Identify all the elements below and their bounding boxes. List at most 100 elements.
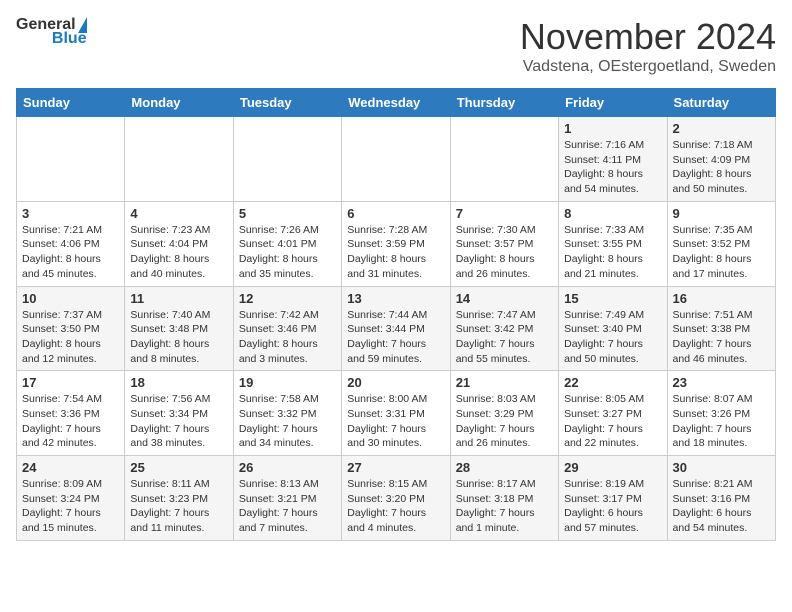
calendar-cell: 12 Sunrise: 7:42 AM Sunset: 3:46 PM Dayli… [233, 286, 341, 371]
day-info: Sunrise: 8:03 AM Sunset: 3:29 PM Dayligh… [456, 392, 553, 451]
calendar-cell: 23 Sunrise: 8:07 AM Sunset: 3:26 PM Dayli… [667, 371, 775, 456]
calendar-location: Vadstena, OEstergoetland, Sweden [520, 58, 776, 76]
day-number: 21 [456, 375, 553, 390]
day-info: Sunrise: 7:47 AM Sunset: 3:42 PM Dayligh… [456, 308, 553, 367]
day-number: 12 [239, 291, 336, 306]
calendar-cell: 17 Sunrise: 7:54 AM Sunset: 3:36 PM Dayli… [17, 371, 125, 456]
day-number: 16 [673, 291, 770, 306]
day-info: Sunrise: 7:49 AM Sunset: 3:40 PM Dayligh… [564, 308, 661, 367]
day-number: 10 [22, 291, 119, 306]
calendar-cell [17, 117, 125, 202]
logo: General Blue [16, 16, 87, 48]
calendar-cell: 6Sunrise: 7:28 AM Sunset: 3:59 PM Daylig… [342, 201, 450, 286]
calendar-cell [233, 117, 341, 202]
weekday-header: Friday [559, 89, 667, 117]
day-number: 22 [564, 375, 661, 390]
weekday-header: Tuesday [233, 89, 341, 117]
day-number: 30 [673, 460, 770, 475]
day-number: 4 [130, 206, 227, 221]
day-number: 20 [347, 375, 444, 390]
day-info: Sunrise: 7:54 AM Sunset: 3:36 PM Dayligh… [22, 392, 119, 451]
logo-blue: Blue [52, 30, 87, 48]
day-number: 13 [347, 291, 444, 306]
day-number: 14 [456, 291, 553, 306]
day-info: Sunrise: 8:13 AM Sunset: 3:21 PM Dayligh… [239, 477, 336, 536]
day-info: Sunrise: 8:21 AM Sunset: 3:16 PM Dayligh… [673, 477, 770, 536]
day-info: Sunrise: 7:30 AM Sunset: 3:57 PM Dayligh… [456, 223, 553, 282]
calendar-cell: 16 Sunrise: 7:51 AM Sunset: 3:38 PM Dayli… [667, 286, 775, 371]
day-info: Sunrise: 7:21 AM Sunset: 4:06 PM Dayligh… [22, 223, 119, 282]
day-info: Sunrise: 7:37 AM Sunset: 3:50 PM Dayligh… [22, 308, 119, 367]
day-info: Sunrise: 7:33 AM Sunset: 3:55 PM Dayligh… [564, 223, 661, 282]
calendar-cell: 13Sunrise: 7:44 AM Sunset: 3:44 PM Dayli… [342, 286, 450, 371]
calendar-cell [450, 117, 558, 202]
calendar-cell: 27Sunrise: 8:15 AM Sunset: 3:20 PM Dayli… [342, 456, 450, 541]
day-info: Sunrise: 8:00 AM Sunset: 3:31 PM Dayligh… [347, 392, 444, 451]
day-number: 17 [22, 375, 119, 390]
day-info: Sunrise: 8:17 AM Sunset: 3:18 PM Dayligh… [456, 477, 553, 536]
calendar-cell [125, 117, 233, 202]
calendar-cell: 9 Sunrise: 7:35 AM Sunset: 3:52 PM Daylig… [667, 201, 775, 286]
day-info: Sunrise: 7:18 AM Sunset: 4:09 PM Dayligh… [673, 138, 770, 197]
calendar-cell: 26 Sunrise: 8:13 AM Sunset: 3:21 PM Dayli… [233, 456, 341, 541]
day-info: Sunrise: 7:16 AM Sunset: 4:11 PM Dayligh… [564, 138, 661, 197]
day-info: Sunrise: 7:51 AM Sunset: 3:38 PM Dayligh… [673, 308, 770, 367]
calendar-cell: 3 Sunrise: 7:21 AM Sunset: 4:06 PM Daylig… [17, 201, 125, 286]
calendar-week-row: 1 Sunrise: 7:16 AM Sunset: 4:11 PM Daylig… [17, 117, 776, 202]
calendar-cell [342, 117, 450, 202]
calendar-cell: 19 Sunrise: 7:58 AM Sunset: 3:32 PM Dayli… [233, 371, 341, 456]
weekday-header: Sunday [17, 89, 125, 117]
day-info: Sunrise: 7:42 AM Sunset: 3:46 PM Dayligh… [239, 308, 336, 367]
day-info: Sunrise: 7:58 AM Sunset: 3:32 PM Dayligh… [239, 392, 336, 451]
calendar-cell: 28 Sunrise: 8:17 AM Sunset: 3:18 PM Dayli… [450, 456, 558, 541]
day-number: 19 [239, 375, 336, 390]
weekday-header: Saturday [667, 89, 775, 117]
calendar-cell: 29 Sunrise: 8:19 AM Sunset: 3:17 PM Dayli… [559, 456, 667, 541]
day-info: Sunrise: 7:28 AM Sunset: 3:59 PM Dayligh… [347, 223, 444, 282]
day-info: Sunrise: 7:56 AM Sunset: 3:34 PM Dayligh… [130, 392, 227, 451]
day-info: Sunrise: 8:19 AM Sunset: 3:17 PM Dayligh… [564, 477, 661, 536]
day-number: 24 [22, 460, 119, 475]
calendar-cell: 5 Sunrise: 7:26 AM Sunset: 4:01 PM Daylig… [233, 201, 341, 286]
weekday-header: Monday [125, 89, 233, 117]
calendar-week-row: 10 Sunrise: 7:37 AM Sunset: 3:50 PM Dayli… [17, 286, 776, 371]
day-info: Sunrise: 7:23 AM Sunset: 4:04 PM Dayligh… [130, 223, 227, 282]
calendar-cell: 14 Sunrise: 7:47 AM Sunset: 3:42 PM Dayli… [450, 286, 558, 371]
calendar-cell: 2Sunrise: 7:18 AM Sunset: 4:09 PM Daylig… [667, 117, 775, 202]
title-block: November 2024 Vadstena, OEstergoetland, … [520, 16, 776, 76]
calendar-cell: 20 Sunrise: 8:00 AM Sunset: 3:31 PM Dayli… [342, 371, 450, 456]
day-number: 25 [130, 460, 227, 475]
day-info: Sunrise: 7:35 AM Sunset: 3:52 PM Dayligh… [673, 223, 770, 282]
calendar-week-row: 17 Sunrise: 7:54 AM Sunset: 3:36 PM Dayli… [17, 371, 776, 456]
day-number: 5 [239, 206, 336, 221]
day-info: Sunrise: 8:07 AM Sunset: 3:26 PM Dayligh… [673, 392, 770, 451]
page-header: General Blue November 2024 Vadstena, OEs… [16, 16, 776, 76]
day-number: 15 [564, 291, 661, 306]
day-number: 18 [130, 375, 227, 390]
calendar-table: SundayMondayTuesdayWednesdayThursdayFrid… [16, 88, 776, 541]
day-number: 23 [673, 375, 770, 390]
day-number: 9 [673, 206, 770, 221]
day-info: Sunrise: 8:05 AM Sunset: 3:27 PM Dayligh… [564, 392, 661, 451]
calendar-cell: 25 Sunrise: 8:11 AM Sunset: 3:23 PM Dayli… [125, 456, 233, 541]
day-number: 1 [564, 121, 661, 136]
day-number: 7 [456, 206, 553, 221]
calendar-cell: 8Sunrise: 7:33 AM Sunset: 3:55 PM Daylig… [559, 201, 667, 286]
calendar-cell: 30 Sunrise: 8:21 AM Sunset: 3:16 PM Dayli… [667, 456, 775, 541]
calendar-cell: 4 Sunrise: 7:23 AM Sunset: 4:04 PM Daylig… [125, 201, 233, 286]
calendar-week-row: 3 Sunrise: 7:21 AM Sunset: 4:06 PM Daylig… [17, 201, 776, 286]
day-info: Sunrise: 7:26 AM Sunset: 4:01 PM Dayligh… [239, 223, 336, 282]
weekday-header: Wednesday [342, 89, 450, 117]
calendar-title: November 2024 [520, 16, 776, 58]
calendar-cell: 18 Sunrise: 7:56 AM Sunset: 3:34 PM Dayli… [125, 371, 233, 456]
day-number: 28 [456, 460, 553, 475]
weekday-header: Thursday [450, 89, 558, 117]
calendar-cell: 24 Sunrise: 8:09 AM Sunset: 3:24 PM Dayli… [17, 456, 125, 541]
day-info: Sunrise: 7:40 AM Sunset: 3:48 PM Dayligh… [130, 308, 227, 367]
day-info: Sunrise: 8:09 AM Sunset: 3:24 PM Dayligh… [22, 477, 119, 536]
day-number: 3 [22, 206, 119, 221]
day-number: 29 [564, 460, 661, 475]
day-number: 26 [239, 460, 336, 475]
day-info: Sunrise: 8:11 AM Sunset: 3:23 PM Dayligh… [130, 477, 227, 536]
calendar-cell: 11Sunrise: 7:40 AM Sunset: 3:48 PM Dayli… [125, 286, 233, 371]
